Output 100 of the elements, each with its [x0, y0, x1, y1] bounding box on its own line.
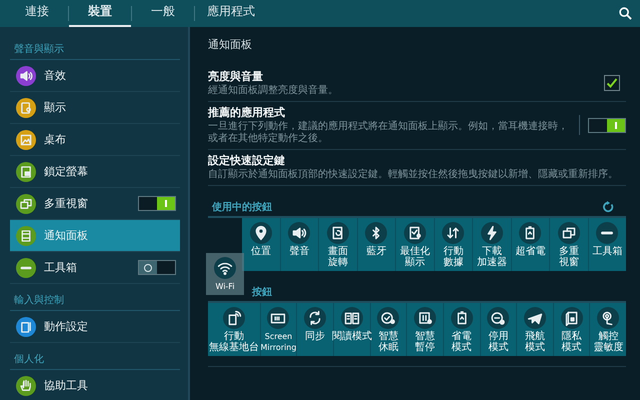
- tile-label: 超省電: [515, 246, 546, 257]
- section-header: 輸入與控制: [10, 290, 180, 311]
- sync-icon: [304, 307, 326, 329]
- tile-label: 下載: [482, 246, 502, 257]
- tile-label: 最佳化: [400, 246, 430, 257]
- tile-label: 藍牙: [366, 246, 386, 257]
- tile-label: Screen: [264, 331, 292, 342]
- toggle-switch[interactable]: [138, 260, 176, 275]
- quick-setting-tile[interactable]: 智慧 休眠: [370, 303, 408, 356]
- wifi-icon: [214, 257, 236, 279]
- tile-label: 飛航: [524, 331, 545, 342]
- quick-setting-tile[interactable]: 停用 模式: [480, 303, 518, 356]
- tile-label: 模式: [524, 342, 545, 353]
- sidebar-item[interactable]: 顯示: [10, 92, 180, 124]
- hand-icon: [16, 376, 36, 396]
- toggle-switch[interactable]: [588, 118, 626, 132]
- quick-setting-tile[interactable]: 下載 加速器: [473, 218, 512, 271]
- quick-setting-tile[interactable]: 畫面 旋轉: [319, 218, 358, 271]
- tile-label: 行動: [443, 246, 464, 257]
- pause-icon: [414, 307, 436, 329]
- setting-title: 設定快速設定鍵: [208, 153, 286, 168]
- display-icon: [404, 222, 426, 244]
- quick-setting-tile[interactable]: 多重 視窗: [550, 218, 588, 271]
- tile-label: Wi-Fi: [215, 281, 235, 292]
- bluetooth-icon: [365, 222, 388, 244]
- windows-icon: [558, 222, 580, 244]
- checkbox[interactable]: [604, 75, 620, 91]
- tab[interactable]: 應用程式: [195, 0, 267, 27]
- tile-label: 行動: [224, 331, 244, 342]
- speaker-icon: [16, 66, 36, 86]
- tile-label: 智慧: [415, 331, 436, 342]
- tile-label: 位置: [250, 246, 271, 257]
- setting-description: 一旦進行下列動作，建議的應用程式將在通知面板上顯示。例如，當耳機連接時，或者在其他特定動作之後。: [208, 121, 569, 145]
- tile-label: 模式: [562, 342, 582, 353]
- quick-setting-tile[interactable]: 聲音: [280, 218, 319, 271]
- sidebar-item[interactable]: 鎖定螢幕: [10, 156, 180, 188]
- dragged-tile[interactable]: Wi-Fi: [206, 253, 244, 295]
- tile-label: 閱讀模式: [332, 331, 372, 342]
- tab[interactable]: 連接: [6, 0, 68, 27]
- quick-setting-tile[interactable]: 行動 數據: [434, 218, 473, 271]
- windows-icon: [16, 194, 36, 214]
- battery-icon: [450, 307, 473, 329]
- tile-label: 無線基地台: [208, 342, 259, 353]
- airplane-icon: [524, 307, 546, 329]
- lightning-icon: [480, 222, 503, 244]
- quick-setting-tile[interactable]: 飛航 模式: [517, 303, 554, 356]
- sidebar-item[interactable]: 通知面板: [10, 220, 180, 252]
- section-header: 按鈕: [252, 286, 273, 299]
- battery-icon: [519, 222, 542, 244]
- tile-label: 視窗: [558, 257, 579, 268]
- tile-label: 停用: [488, 331, 508, 342]
- location-pin-icon: [250, 222, 272, 244]
- eye-check-icon: [377, 307, 400, 329]
- minus-icon: [16, 258, 36, 278]
- tablet-icon: [16, 316, 36, 336]
- lock-door-icon: [560, 307, 583, 329]
- tile-label: 隱私: [562, 331, 582, 342]
- quick-setting-tile[interactable]: 閱讀模式: [334, 303, 371, 356]
- tile-label: 多重: [558, 246, 579, 257]
- sidebar-item[interactable]: 音效: [10, 60, 180, 92]
- section-header: 使用中的按鈕: [212, 200, 273, 214]
- sidebar-item[interactable]: 協助工具: [10, 370, 180, 400]
- quick-setting-tile[interactable]: 省電 模式: [444, 303, 481, 356]
- tile-label: Mirroring: [260, 342, 296, 353]
- tile-label: 旋轉: [328, 257, 348, 268]
- setting-title: 推薦的應用程式: [208, 105, 286, 120]
- image-icon: [16, 130, 36, 150]
- toggle-switch[interactable]: [138, 196, 176, 211]
- section-header: 個人化: [10, 349, 180, 370]
- quick-setting-tile[interactable]: 藍牙: [358, 218, 396, 271]
- quick-setting-tile[interactable]: 觸控 靈敏度: [590, 303, 626, 356]
- hotspot-icon: [222, 307, 245, 329]
- quick-setting-tile[interactable]: 行動 無線基地台: [208, 303, 261, 356]
- rotate-screen-icon: [326, 222, 349, 244]
- quick-setting-tile[interactable]: 最佳化 顯示: [396, 218, 434, 271]
- quick-setting-tile[interactable]: 工具箱: [588, 218, 626, 271]
- book-icon: [340, 307, 363, 329]
- quick-setting-tile[interactable]: Screen Mirroring: [260, 303, 298, 356]
- display-icon: [16, 98, 36, 118]
- tile-label: 靈敏度: [593, 342, 624, 353]
- search-icon[interactable]: [619, 7, 632, 20]
- reset-icon[interactable]: [602, 201, 614, 213]
- panel-icon: [16, 226, 36, 246]
- quick-setting-tile[interactable]: 智慧 暫停: [407, 303, 444, 356]
- tile-label: 暫停: [415, 342, 436, 353]
- sidebar-item[interactable]: 工具箱: [10, 252, 180, 284]
- quick-setting-tile[interactable]: 隱私 模式: [554, 303, 590, 356]
- data-arrows-icon: [442, 222, 464, 244]
- tile-label: 加速器: [476, 257, 507, 268]
- quick-setting-tile[interactable]: 超省電: [512, 218, 550, 271]
- section-header: 聲音與顯示: [10, 39, 180, 60]
- setting-title: 亮度與音量: [208, 69, 264, 84]
- tile-label: 工具箱: [592, 246, 622, 257]
- tile-label: 休眠: [378, 342, 398, 353]
- screen-icon: [267, 307, 290, 329]
- tile-label: 觸控: [598, 331, 618, 342]
- sidebar-item[interactable]: 動作設定: [10, 311, 180, 343]
- tab[interactable]: 一般: [132, 0, 194, 27]
- sidebar-item[interactable]: 桌布: [10, 124, 180, 156]
- tile-label: 省電: [452, 331, 472, 342]
